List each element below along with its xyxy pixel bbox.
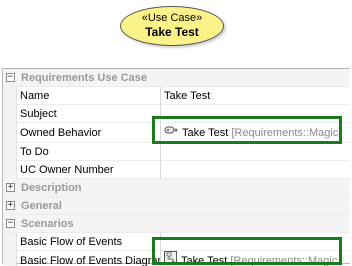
value-text: Take Test: [182, 127, 229, 139]
property-row-subject[interactable]: Subject: [3, 105, 350, 123]
row-gutter: [3, 161, 17, 179]
category-label: General: [21, 200, 62, 212]
use-case-stereotype: «Use Case»: [141, 12, 203, 24]
value-qualifier: [Requirements::Magic: [230, 255, 338, 266]
property-name: To Do: [20, 146, 49, 158]
category-scenarios[interactable]: − Scenarios: [3, 215, 350, 233]
use-case-name: Take Test: [145, 25, 199, 39]
expand-toggle-icon[interactable]: +: [6, 183, 15, 192]
property-value[interactable]: [164, 143, 350, 161]
column-divider[interactable]: [160, 123, 161, 143]
column-divider[interactable]: [160, 161, 161, 179]
value-qualifier: [Requirements::Magic: [231, 127, 339, 139]
property-row-basic-flow-of-events[interactable]: Basic Flow of Events: [3, 233, 350, 251]
property-name: Name: [20, 90, 50, 102]
category-label: Requirements Use Case: [21, 72, 147, 84]
property-row-owned-behavior[interactable]: Owned Behavior Take Test [Requirements::…: [3, 123, 350, 143]
category-requirements-use-case[interactable]: − Requirements Use Case: [3, 69, 350, 87]
property-value[interactable]: Take Test: [164, 87, 350, 105]
property-name: UC Owner Number: [20, 164, 114, 176]
property-name: Owned Behavior: [20, 127, 102, 139]
behavior-icon: [164, 123, 178, 143]
property-value-owned-behavior[interactable]: Take Test [Requirements::Magic: [164, 123, 350, 143]
category-label: Scenarios: [21, 218, 74, 230]
collapse-toggle-icon[interactable]: −: [6, 219, 15, 228]
column-divider[interactable]: [160, 251, 161, 266]
column-divider[interactable]: [160, 143, 161, 161]
column-divider[interactable]: [160, 233, 161, 251]
use-case-shape[interactable]: «Use Case» Take Test: [120, 6, 224, 46]
screenshot-root: «Use Case» Take Test − Requirements Use …: [0, 0, 352, 266]
specification-property-grid: − Requirements Use Case Name Take Test S…: [2, 68, 350, 266]
row-gutter: [3, 251, 17, 266]
property-row-name[interactable]: Name Take Test: [3, 87, 350, 105]
row-gutter: [3, 233, 17, 251]
row-gutter: [3, 105, 17, 123]
column-divider[interactable]: [160, 105, 161, 123]
property-value[interactable]: [164, 233, 350, 251]
collapse-toggle-icon[interactable]: −: [6, 73, 15, 82]
property-row-basic-flow-of-events-diagram[interactable]: Basic Flow of Events Diagram Take Test […: [3, 251, 350, 266]
property-value[interactable]: [164, 105, 350, 123]
row-gutter: [3, 123, 17, 143]
property-name: Basic Flow of Events: [20, 236, 123, 248]
column-divider[interactable]: [160, 87, 161, 105]
property-value-flow-diagram[interactable]: Take Test [Requirements::Magic: [164, 251, 350, 266]
property-name: Basic Flow of Events Diagram: [20, 255, 160, 266]
property-row-to-do[interactable]: To Do: [3, 143, 350, 161]
property-value[interactable]: [164, 161, 350, 179]
value-text: Take Test: [181, 255, 228, 266]
property-row-uc-owner-number[interactable]: UC Owner Number: [3, 161, 350, 179]
expand-toggle-icon[interactable]: +: [6, 201, 15, 210]
property-name: Subject: [20, 108, 57, 120]
category-description[interactable]: + Description: [3, 179, 350, 197]
category-general[interactable]: + General: [3, 197, 350, 215]
row-gutter: [3, 87, 17, 105]
category-label: Description: [21, 182, 82, 194]
row-gutter: [3, 143, 17, 161]
diagram-icon: [164, 251, 177, 266]
